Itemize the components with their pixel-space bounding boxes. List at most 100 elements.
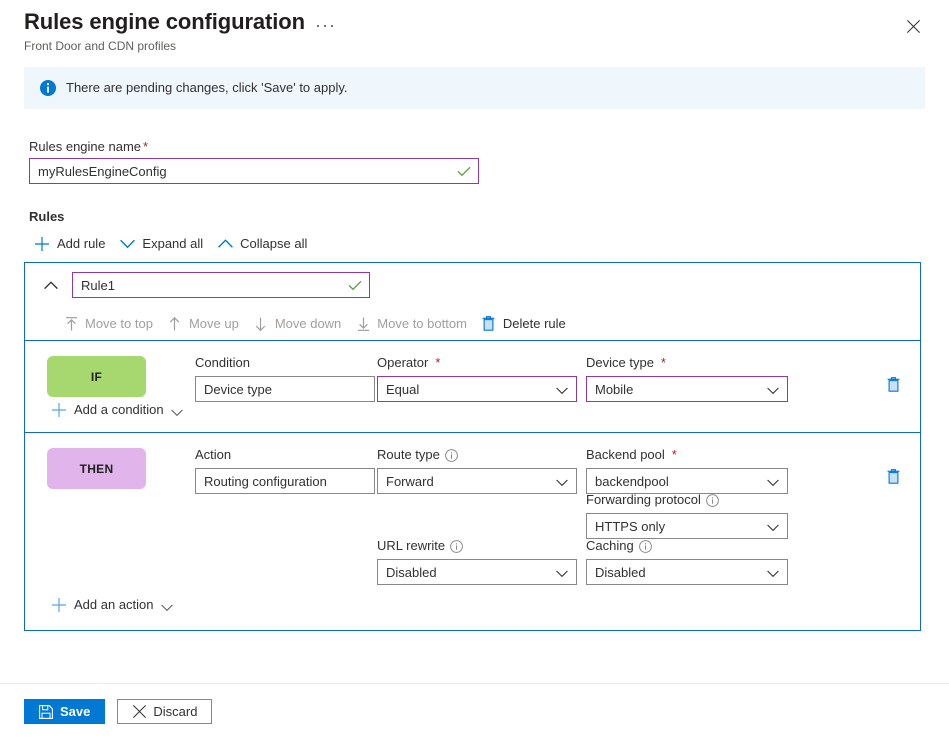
- arrow-down-icon: [253, 316, 269, 332]
- route-type-label-text: Route type: [377, 446, 440, 464]
- notification-text: There are pending changes, click 'Save' …: [66, 79, 348, 97]
- url-rewrite-field-group: URL rewrite Disabled: [377, 537, 577, 585]
- discard-label: Discard: [153, 704, 197, 719]
- checkmark-icon: [347, 277, 363, 293]
- device-type-dropdown[interactable]: Mobile: [586, 376, 788, 402]
- delete-action-button[interactable]: [880, 465, 906, 491]
- expand-all-button[interactable]: Expand all: [115, 232, 213, 256]
- caching-label-text: Caching: [586, 537, 634, 555]
- more-options-ellipsis-icon[interactable]: ···: [315, 12, 336, 32]
- chevron-up-icon: [217, 236, 233, 252]
- url-rewrite-label-text: URL rewrite: [377, 537, 445, 555]
- then-badge: THEN: [47, 448, 146, 489]
- chevron-down-icon: [767, 475, 779, 487]
- backend-pool-label: Backend pool *: [586, 446, 788, 464]
- action-label: Action: [195, 446, 375, 464]
- arrow-up-icon: [167, 316, 183, 332]
- save-disk-icon: [39, 705, 53, 719]
- title-row: Rules engine configuration ···: [24, 8, 336, 36]
- trash-icon: [887, 377, 900, 395]
- add-an-action-button[interactable]: Add an action: [47, 593, 181, 617]
- add-an-action-label: Add an action: [74, 596, 154, 614]
- url-rewrite-dropdown[interactable]: Disabled: [377, 559, 577, 585]
- info-icon[interactable]: [706, 494, 719, 507]
- url-rewrite-value: Disabled: [386, 565, 437, 580]
- info-circle-icon: [40, 80, 56, 96]
- rules-engine-name-field-wrap[interactable]: [29, 158, 479, 184]
- route-type-field-group: Route type Forward: [377, 446, 577, 494]
- rules-command-bar: Add rule Expand all Collapse all: [30, 232, 317, 256]
- url-rewrite-label: URL rewrite: [377, 537, 577, 555]
- chevron-down-icon: [556, 383, 568, 395]
- rules-engine-name-input[interactable]: [30, 159, 456, 183]
- info-icon[interactable]: [639, 540, 652, 553]
- rules-section-heading: Rules: [29, 209, 64, 224]
- chevron-down-icon: [767, 383, 779, 395]
- condition-value-box[interactable]: Device type: [195, 376, 375, 402]
- add-a-condition-label: Add a condition: [74, 401, 164, 419]
- move-down-button[interactable]: Move down: [249, 312, 349, 336]
- collapse-all-button[interactable]: Collapse all: [213, 232, 317, 256]
- move-to-bottom-label: Move to bottom: [377, 315, 467, 333]
- move-to-top-button[interactable]: Move to top: [59, 312, 161, 336]
- move-to-top-icon: [63, 316, 79, 332]
- route-type-value: Forward: [386, 474, 434, 489]
- close-icon: [907, 20, 920, 33]
- move-to-bottom-button[interactable]: Move to bottom: [351, 312, 475, 336]
- forwarding-protocol-label: Forwarding protocol: [586, 491, 788, 509]
- condition-label-text: Condition: [195, 354, 250, 372]
- chevron-down-icon: [556, 475, 568, 487]
- required-asterisk: *: [435, 354, 440, 372]
- required-asterisk: *: [672, 446, 677, 464]
- action-field-group: Action Routing configuration: [195, 446, 375, 494]
- if-badge: IF: [47, 356, 146, 397]
- breadcrumb: Front Door and CDN profiles: [24, 38, 176, 54]
- close-button[interactable]: [897, 10, 929, 42]
- operator-label: Operator*: [377, 354, 577, 372]
- close-x-icon: [132, 705, 146, 719]
- condition-label: Condition: [195, 354, 375, 372]
- delete-condition-button[interactable]: [880, 373, 906, 399]
- if-condition-section: IF Condition Device type Operator* Equal: [25, 341, 920, 433]
- chevron-up-icon: [44, 278, 58, 293]
- info-icon[interactable]: [445, 449, 458, 462]
- action-value: Routing configuration: [204, 474, 327, 489]
- add-a-condition-button[interactable]: Add a condition: [47, 398, 191, 422]
- delete-rule-label: Delete rule: [503, 315, 566, 333]
- chevron-down-icon: [767, 520, 779, 532]
- backend-pool-label-text: Backend pool: [586, 446, 665, 464]
- discard-button[interactable]: Discard: [117, 699, 212, 724]
- route-type-label: Route type: [377, 446, 577, 464]
- add-rule-button[interactable]: Add rule: [30, 232, 115, 256]
- forwarding-protocol-value: HTTPS only: [595, 519, 665, 534]
- delete-rule-button[interactable]: Delete rule: [477, 312, 574, 336]
- collapse-all-label: Collapse all: [240, 235, 307, 253]
- forwarding-protocol-field-group: Forwarding protocol HTTPS only: [586, 491, 788, 539]
- action-label-text: Action: [195, 446, 231, 464]
- save-button[interactable]: Save: [24, 699, 105, 724]
- forwarding-protocol-dropdown[interactable]: HTTPS only: [586, 513, 788, 539]
- expand-all-label: Expand all: [142, 235, 203, 253]
- move-up-button[interactable]: Move up: [163, 312, 247, 336]
- page-title: Rules engine configuration: [24, 8, 305, 36]
- backend-pool-field-group: Backend pool * backendpool: [586, 446, 788, 494]
- action-value-box[interactable]: Routing configuration: [195, 468, 375, 494]
- caching-dropdown[interactable]: Disabled: [586, 559, 788, 585]
- route-type-dropdown[interactable]: Forward: [377, 468, 577, 494]
- required-asterisk: *: [661, 354, 666, 372]
- rule-toolbar: Move to top Move up Move down Move to bo…: [25, 307, 920, 341]
- rule-collapse-toggle[interactable]: [37, 271, 65, 299]
- rule-name-input[interactable]: [73, 273, 347, 297]
- device-type-value: Mobile: [595, 382, 633, 397]
- pending-changes-notification: There are pending changes, click 'Save' …: [24, 67, 925, 109]
- operator-value: Equal: [386, 382, 419, 397]
- info-icon[interactable]: [450, 540, 463, 553]
- plus-icon: [51, 402, 67, 418]
- plus-icon: [51, 597, 67, 613]
- caching-value: Disabled: [595, 565, 646, 580]
- rule-name-field-wrap[interactable]: [72, 272, 370, 298]
- move-down-label: Move down: [275, 315, 341, 333]
- backend-pool-value: backendpool: [595, 474, 669, 489]
- operator-dropdown[interactable]: Equal: [377, 376, 577, 402]
- condition-field-group: Condition Device type: [195, 354, 375, 402]
